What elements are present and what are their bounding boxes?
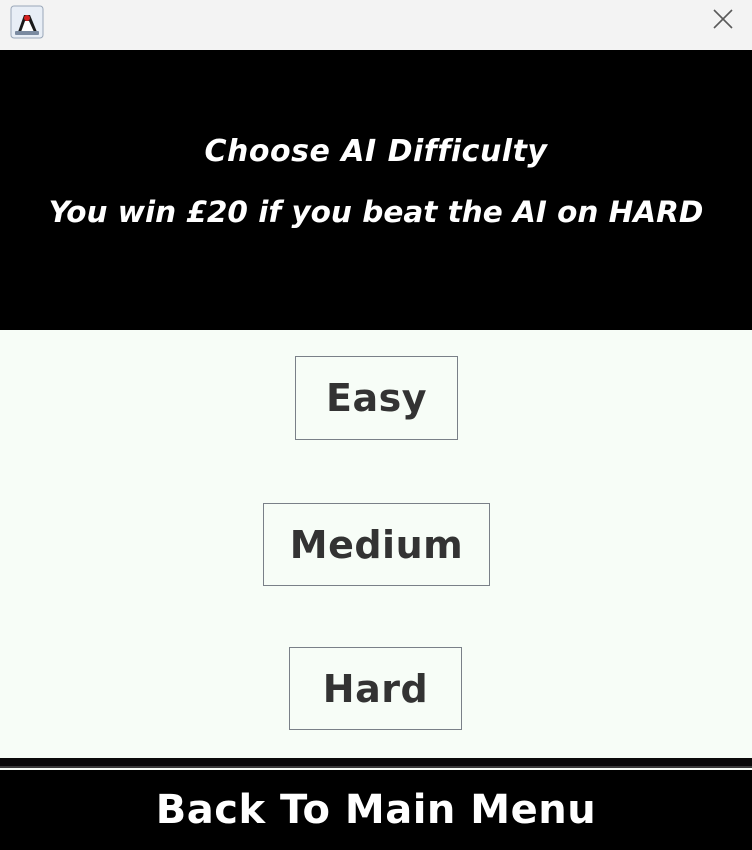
hard-button[interactable]: Hard — [289, 647, 462, 730]
close-icon — [712, 8, 734, 34]
close-button[interactable] — [694, 0, 752, 42]
footer-divider — [0, 758, 752, 768]
medium-button[interactable]: Medium — [263, 503, 490, 586]
header-panel: Choose AI Difficulty You win £20 if you … — [0, 50, 752, 330]
title-bar — [0, 0, 752, 50]
easy-button[interactable]: Easy — [295, 356, 458, 440]
java-duke-icon — [10, 5, 44, 39]
page-title: Choose AI Difficulty — [204, 134, 548, 169]
app-window: Choose AI Difficulty You win £20 if you … — [0, 0, 752, 850]
difficulty-panel: Easy Medium Hard — [0, 330, 752, 758]
back-to-main-menu-button[interactable]: Back To Main Menu — [0, 770, 752, 850]
page-subtitle: You win £20 if you beat the AI on HARD — [48, 195, 704, 229]
